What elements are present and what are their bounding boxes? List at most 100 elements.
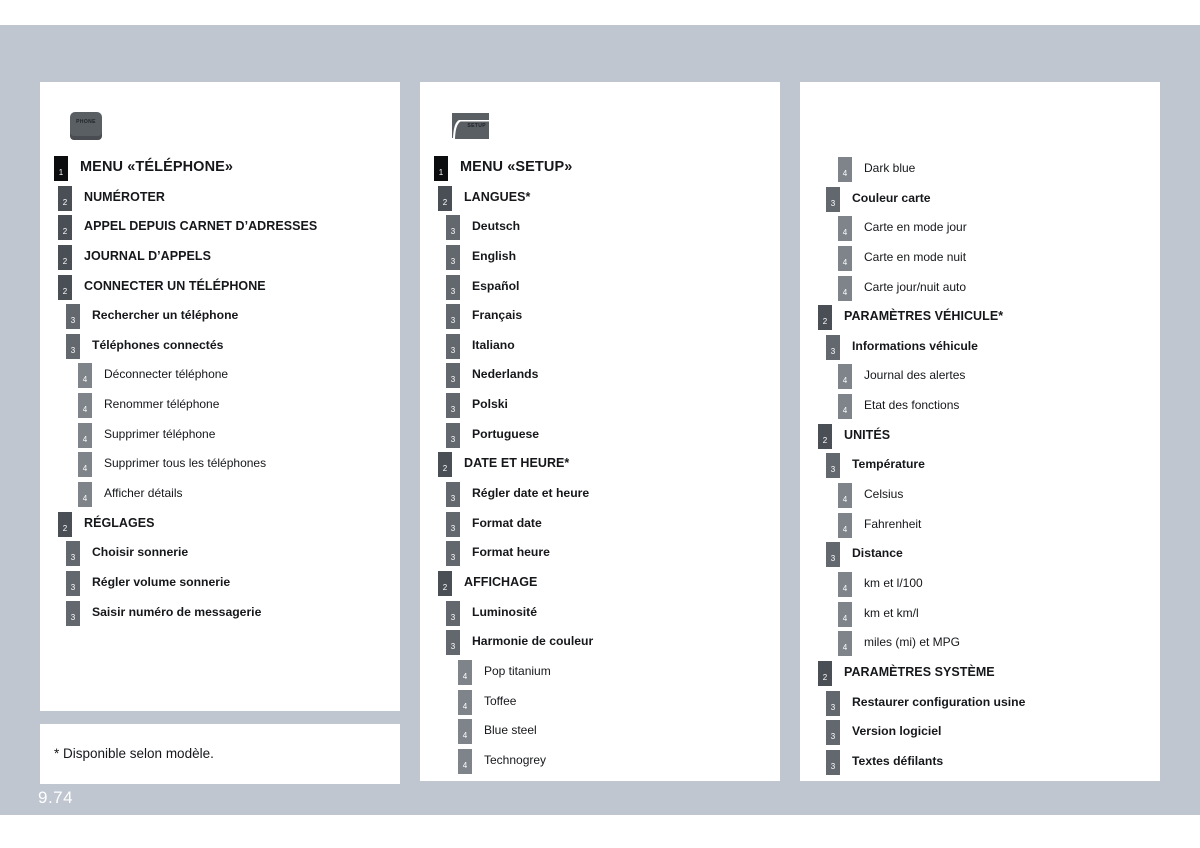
menu-item-label: Toffee	[484, 693, 517, 708]
level-badge: 4	[458, 719, 472, 745]
menu-item-label: miles (mi) et MPG	[864, 635, 960, 650]
menu-item-label: Saisir numéro de messagerie	[92, 604, 262, 619]
menu-item-level-4: 4 Afficher détails	[40, 480, 400, 510]
menu-item-level-2: 2 APPEL DEPUIS CARNET D’ADRESSES	[40, 213, 400, 243]
level-badge: 3	[826, 542, 840, 568]
menu-item-level-2: 2 PARAMÈTRES SYSTÈME	[800, 659, 1160, 689]
menu-item-level-4: 4 Celsius	[800, 481, 1160, 511]
menu-item-label: Téléphones connectés	[92, 337, 224, 352]
menu-item-label: Textes défilants	[852, 753, 944, 768]
menu-item-level-3: 3 Version logiciel	[800, 718, 1160, 748]
level-badge: 2	[438, 452, 452, 478]
menu-item-label: km et l/100	[864, 575, 923, 590]
menu-item-label: Celsius	[864, 487, 904, 502]
menu-item-label: Format date	[472, 515, 542, 530]
level-badge: 3	[446, 630, 460, 656]
menu-item-label: Carte en mode nuit	[864, 249, 967, 264]
menu-item-level-3: 3 Deutsch	[420, 213, 780, 243]
menu-item-level-3: 3 Nederlands	[420, 361, 780, 391]
menu-item-label: AFFICHAGE	[464, 574, 538, 589]
menu-item-label: RÉGLAGES	[84, 515, 155, 530]
level-badge: 3	[826, 186, 840, 212]
menu-item-level-4: 4 Journal des alertes	[800, 362, 1160, 392]
level-badge: 2	[58, 274, 72, 300]
menu-item-label: km et km/l	[864, 605, 919, 620]
menu-item-level-4: 4 Carte en mode nuit	[800, 244, 1160, 274]
menu-item-level-2: 2 DATE ET HEURE*	[420, 450, 780, 480]
level-badge: 3	[826, 690, 840, 716]
level-badge: 4	[838, 631, 852, 657]
menu-item-label: Régler volume sonnerie	[92, 574, 231, 589]
menu-item-level-3: 3 Saisir numéro de messagerie	[40, 599, 400, 629]
level-badge: 2	[818, 305, 832, 331]
menu-item-label: Renommer téléphone	[104, 397, 220, 412]
menu-item-level-4: 4 Etat des fonctions	[800, 392, 1160, 422]
menu-item-level-3: 3 Portuguese	[420, 421, 780, 451]
menu-item-label: Italiano	[472, 337, 515, 352]
menu-item-label: Format heure	[472, 545, 550, 560]
menu-item-level-4: 4 Supprimer tous les téléphones	[40, 450, 400, 480]
level-badge: 3	[446, 363, 460, 389]
menu-item-level-4: 4 Technogrey	[420, 747, 780, 777]
menu-item-label: Etat des fonctions	[864, 398, 960, 413]
level-badge: 2	[58, 511, 72, 537]
menu-item-level-3: 3 Format heure	[420, 539, 780, 569]
level-badge: 3	[66, 333, 80, 359]
menu-item-level-3: 3 Couleur carte	[800, 185, 1160, 215]
menu-item-level-3: 3 Distance	[800, 540, 1160, 570]
menu-item-label: Supprimer tous les téléphones	[104, 456, 267, 471]
level-badge: 3	[446, 600, 460, 626]
menu-item-level-4: 4 Toffee	[420, 688, 780, 718]
menu-item-label: Supprimer téléphone	[104, 426, 216, 441]
menu-item-level-3: 3 Informations véhicule	[800, 333, 1160, 363]
menu-item-label: Español	[472, 278, 520, 293]
menu-item-label: Français	[472, 308, 523, 323]
menu-item-label: PARAMÈTRES SYSTÈME	[844, 664, 995, 679]
menu-item-label: Carte jour/nuit auto	[864, 279, 967, 294]
level-badge: 3	[446, 482, 460, 508]
menu-item-label: NUMÉROTER	[84, 189, 166, 204]
level-badge: 4	[838, 512, 852, 538]
menu-item-level-2: 2 PARAMÈTRES VÉHICULE*	[800, 303, 1160, 333]
menu-item-level-3: 3 Téléphones connectés	[40, 332, 400, 362]
menu-item-label: Déconnecter téléphone	[104, 367, 229, 382]
level-badge: 3	[66, 570, 80, 596]
menu-item-label: UNITÉS	[844, 427, 891, 442]
level-badge: 4	[78, 393, 92, 419]
level-badge: 2	[58, 244, 72, 270]
level-badge: 3	[446, 304, 460, 330]
level-badge: 2	[58, 215, 72, 241]
level-badge: 4	[838, 245, 852, 271]
menu-item-label: Couleur carte	[852, 190, 931, 205]
menu-item-label: LANGUES*	[464, 189, 531, 204]
level-badge: 1	[54, 156, 68, 181]
menu-item-level-4: 4 Carte jour/nuit auto	[800, 274, 1160, 304]
level-badge: 3	[66, 541, 80, 567]
menu-item-level-2: 2 NUMÉROTER	[40, 184, 400, 214]
menu-item-label: Luminosité	[472, 604, 538, 619]
level-badge: 4	[458, 748, 472, 774]
menu-item-label: Fahrenheit	[864, 516, 922, 531]
menu-item-level-2: 2 UNITÉS	[800, 422, 1160, 452]
menu-column-setup: SETUP 1 MENU «SETUP» 2 LANGUES* 3 Deutsch 3 Eng…	[420, 82, 780, 781]
menu-item-label: Informations véhicule	[852, 338, 978, 353]
menu-item-level-1: 1 MENU «TÉLÉPHONE»	[40, 154, 400, 184]
level-badge: 3	[446, 274, 460, 300]
menu-item-level-2: 2 LANGUES*	[420, 184, 780, 214]
menu-item-label: Portuguese	[472, 426, 540, 441]
level-badge: 4	[838, 157, 852, 182]
menu-item-label: Blue steel	[484, 723, 537, 738]
level-badge: 4	[78, 482, 92, 508]
level-badge: 3	[446, 215, 460, 241]
level-badge: 3	[66, 304, 80, 330]
level-badge: 1	[434, 156, 448, 181]
menu-item-level-4: 4 Déconnecter téléphone	[40, 361, 400, 391]
menu-item-level-4: 4 Pop titanium	[420, 658, 780, 688]
level-badge: 4	[838, 275, 852, 301]
level-badge: 2	[818, 660, 832, 686]
menu-item-level-2: 2 CONNECTER UN TÉLÉPHONE	[40, 273, 400, 303]
level-badge: 2	[58, 185, 72, 211]
menu-item-level-3: 3 Format date	[420, 510, 780, 540]
menu-item-label: DATE ET HEURE*	[464, 456, 570, 471]
menu-item-level-2: 2 JOURNAL D’APPELS	[40, 243, 400, 273]
